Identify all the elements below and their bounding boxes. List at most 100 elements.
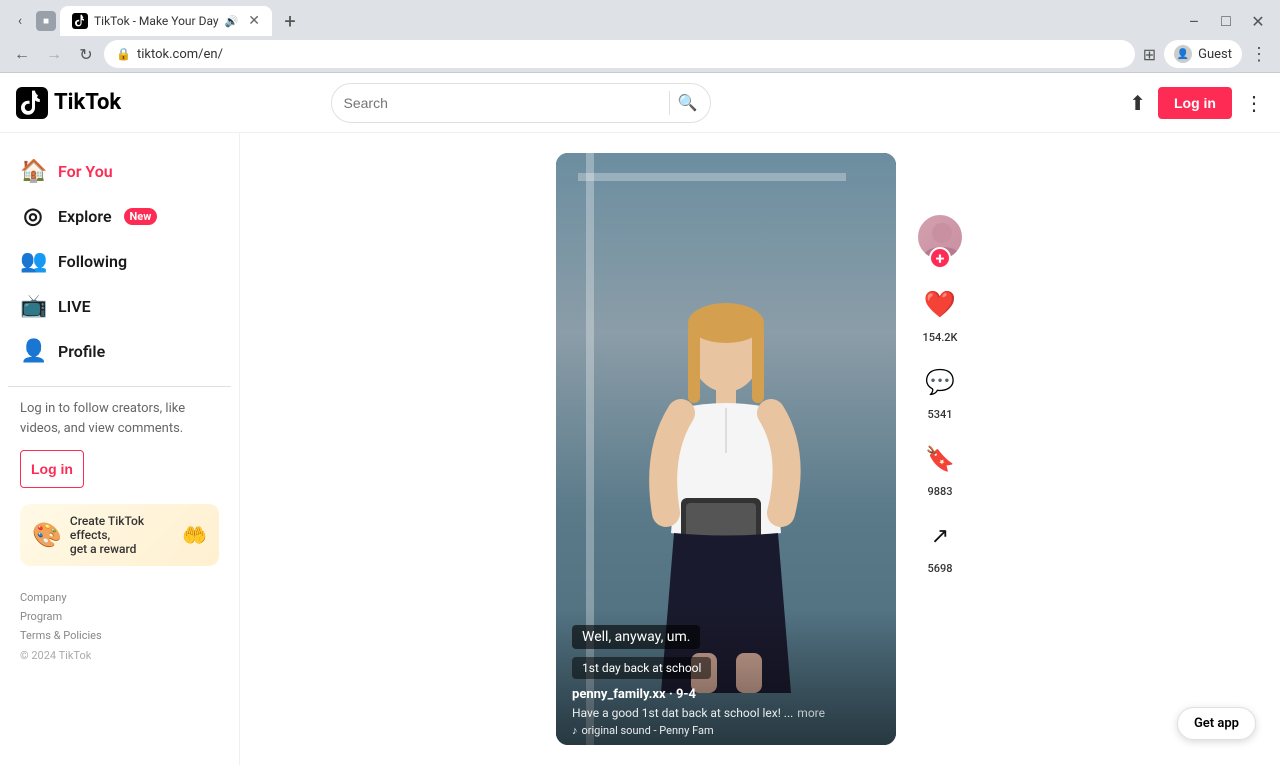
comment-btn[interactable]: 💬 5341: [918, 360, 962, 421]
video-subtitle: Well, anyway, um.: [572, 625, 880, 657]
main-layout: 🏠 For You ◎ Explore New 👥 Following 📺: [0, 133, 1280, 765]
sidebar-label-for-you: For You: [58, 162, 113, 181]
browser-profile-label: Guest: [1198, 47, 1232, 62]
video-card[interactable]: Well, anyway, um. 1st day back at school…: [556, 153, 896, 745]
browser-more-btn[interactable]: ⋮: [1246, 40, 1272, 69]
header-login-btn[interactable]: Log in: [1158, 87, 1232, 119]
sidebar-item-following[interactable]: 👥 Following: [8, 239, 231, 284]
sidebar-item-explore[interactable]: ◎ Explore New: [8, 194, 231, 239]
close-btn[interactable]: ✕: [1244, 7, 1272, 35]
effects-icon: 🎨: [32, 521, 62, 549]
logo[interactable]: TikTok: [16, 87, 121, 119]
bookmark-count: 9883: [927, 485, 952, 498]
effects-line1: Create TikTok effects,: [70, 514, 174, 542]
effects-banner-text: Create TikTok effects, get a reward: [70, 514, 174, 556]
ssl-icon: 🔒: [116, 47, 131, 61]
sidebar-label-profile: Profile: [58, 342, 105, 361]
content-area: Well, anyway, um. 1st day back at school…: [240, 133, 1280, 765]
sidebar-nav: 🏠 For You ◎ Explore New 👥 Following 📺: [8, 149, 231, 374]
video-actions: + ❤️ 154.2K 💬: [916, 153, 964, 745]
comment-count: 5341: [927, 408, 952, 421]
follow-plus-icon[interactable]: +: [929, 247, 951, 269]
tab-close-btn[interactable]: ✕: [248, 13, 260, 29]
video-author: penny_family.xx · 9-4: [572, 687, 880, 702]
footer-link-company[interactable]: Company: [20, 586, 219, 605]
sidebar-login-btn[interactable]: Log in: [20, 450, 84, 488]
live-icon: 📺: [20, 294, 46, 319]
avatar-wrap: +: [916, 213, 964, 261]
following-icon: 👥: [20, 249, 46, 274]
share-btn[interactable]: ↗ 5698: [918, 514, 962, 575]
browser-profile-avatar: 👤: [1174, 45, 1192, 63]
url-display: tiktok.com/en/: [137, 47, 1123, 62]
explore-icon: ◎: [20, 204, 46, 229]
active-tab[interactable]: TikTok - Make Your Day 🔊 ✕: [60, 6, 272, 36]
video-sound: ♪ original sound - Penny Fam: [572, 724, 880, 737]
sidebar-label-explore: Explore: [58, 207, 112, 226]
sidebar-item-for-you[interactable]: 🏠 For You: [8, 149, 231, 194]
forward-btn[interactable]: →: [40, 40, 68, 68]
video-desc-line: Have a good 1st dat back at school lex! …: [572, 706, 880, 724]
effects-banner[interactable]: 🎨 Create TikTok effects, get a reward 🤲: [20, 504, 219, 566]
minimize-btn[interactable]: –: [1180, 7, 1208, 35]
browser-profile-btn[interactable]: 👤 Guest: [1164, 40, 1242, 68]
footer-copyright: © 2024 TikTok: [20, 649, 219, 662]
share-count: 5698: [927, 562, 952, 575]
video-description: Have a good 1st dat back at school lex! …: [572, 706, 793, 720]
tab-favicon: [72, 13, 88, 29]
bookmark-btn[interactable]: 🔖 9883: [918, 437, 962, 498]
video-feed: Well, anyway, um. 1st day back at school…: [556, 153, 964, 745]
effects-line2: get a reward: [70, 542, 174, 556]
video-container: Well, anyway, um. 1st day back at school…: [556, 153, 896, 745]
video-more-link[interactable]: more: [797, 706, 825, 720]
header-more-icon[interactable]: ⋮: [1244, 91, 1264, 115]
upload-icon[interactable]: ⬆: [1129, 91, 1146, 115]
sidebar-item-live[interactable]: 📺 LIVE: [8, 284, 231, 329]
music-note-icon: ♪: [572, 724, 578, 737]
tiktok-app: TikTok 🔍 ⬆ Log in ⋮ 🏠 For You: [0, 73, 1280, 765]
door-top-decoration: [578, 173, 846, 181]
app-header: TikTok 🔍 ⬆ Log in ⋮: [0, 73, 1280, 133]
profile-icon: 👤: [20, 339, 46, 364]
sidebar-label-following: Following: [58, 252, 127, 271]
browser-chrome: ‹ ■ TikTok - Make Your Day 🔊 ✕ + – □ ✕ ←…: [0, 0, 1280, 73]
share-icon: ↗: [918, 514, 962, 558]
explore-new-badge: New: [124, 208, 158, 225]
tab-bar: ‹ ■ TikTok - Make Your Day 🔊 ✕ + – □ ✕: [0, 0, 1280, 36]
maximize-btn[interactable]: □: [1212, 7, 1240, 35]
sidebar-cta-text: Log in to follow creators, like videos, …: [8, 399, 231, 450]
address-bar-row: ← → ↻ 🔒 tiktok.com/en/ ⊞ 👤 Guest ⋮: [0, 36, 1280, 72]
tiktok-logo-icon: [16, 87, 48, 119]
tab-group-btn[interactable]: ■: [36, 11, 56, 31]
reload-btn[interactable]: ↻: [72, 40, 100, 68]
back-btn[interactable]: ←: [8, 40, 36, 68]
search-icon[interactable]: 🔍: [678, 93, 698, 112]
home-icon: 🏠: [20, 159, 46, 184]
video-tag-wrapper: 1st day back at school: [572, 657, 880, 687]
tab-list-prev-btn[interactable]: ‹: [8, 9, 32, 33]
creator-avatar-btn[interactable]: +: [916, 213, 964, 267]
search-divider: [669, 91, 670, 115]
like-btn[interactable]: ❤️ 154.2K: [918, 283, 962, 344]
address-bar[interactable]: 🔒 tiktok.com/en/: [104, 40, 1135, 68]
effects-hands-icon: 🤲: [182, 523, 207, 547]
get-app-label: Get app: [1194, 716, 1239, 731]
get-app-btn[interactable]: Get app: [1177, 707, 1256, 740]
header-right: ⬆ Log in ⋮: [1129, 87, 1264, 119]
search-bar: 🔍: [331, 83, 711, 123]
new-tab-btn[interactable]: +: [276, 7, 304, 35]
sound-text: original sound - Penny Fam: [582, 724, 714, 737]
heart-icon: ❤️: [918, 283, 962, 327]
video-overlay: Well, anyway, um. 1st day back at school…: [556, 609, 896, 745]
sidebar: 🏠 For You ◎ Explore New 👥 Following 📺: [0, 133, 240, 765]
sidebar-divider: [8, 386, 231, 387]
sidebar-item-profile[interactable]: 👤 Profile: [8, 329, 231, 374]
bookmark-icon: 🔖: [918, 437, 962, 481]
search-input[interactable]: [344, 95, 661, 111]
tab-mute-icon[interactable]: 🔊: [225, 15, 239, 28]
logo-text: TikTok: [54, 90, 121, 115]
footer-links: Company Program Terms & Policies © 2024 …: [8, 574, 231, 674]
footer-link-program[interactable]: Program: [20, 605, 219, 624]
extensions-icon[interactable]: ⊞: [1139, 41, 1160, 68]
footer-link-terms[interactable]: Terms & Policies: [20, 624, 219, 643]
